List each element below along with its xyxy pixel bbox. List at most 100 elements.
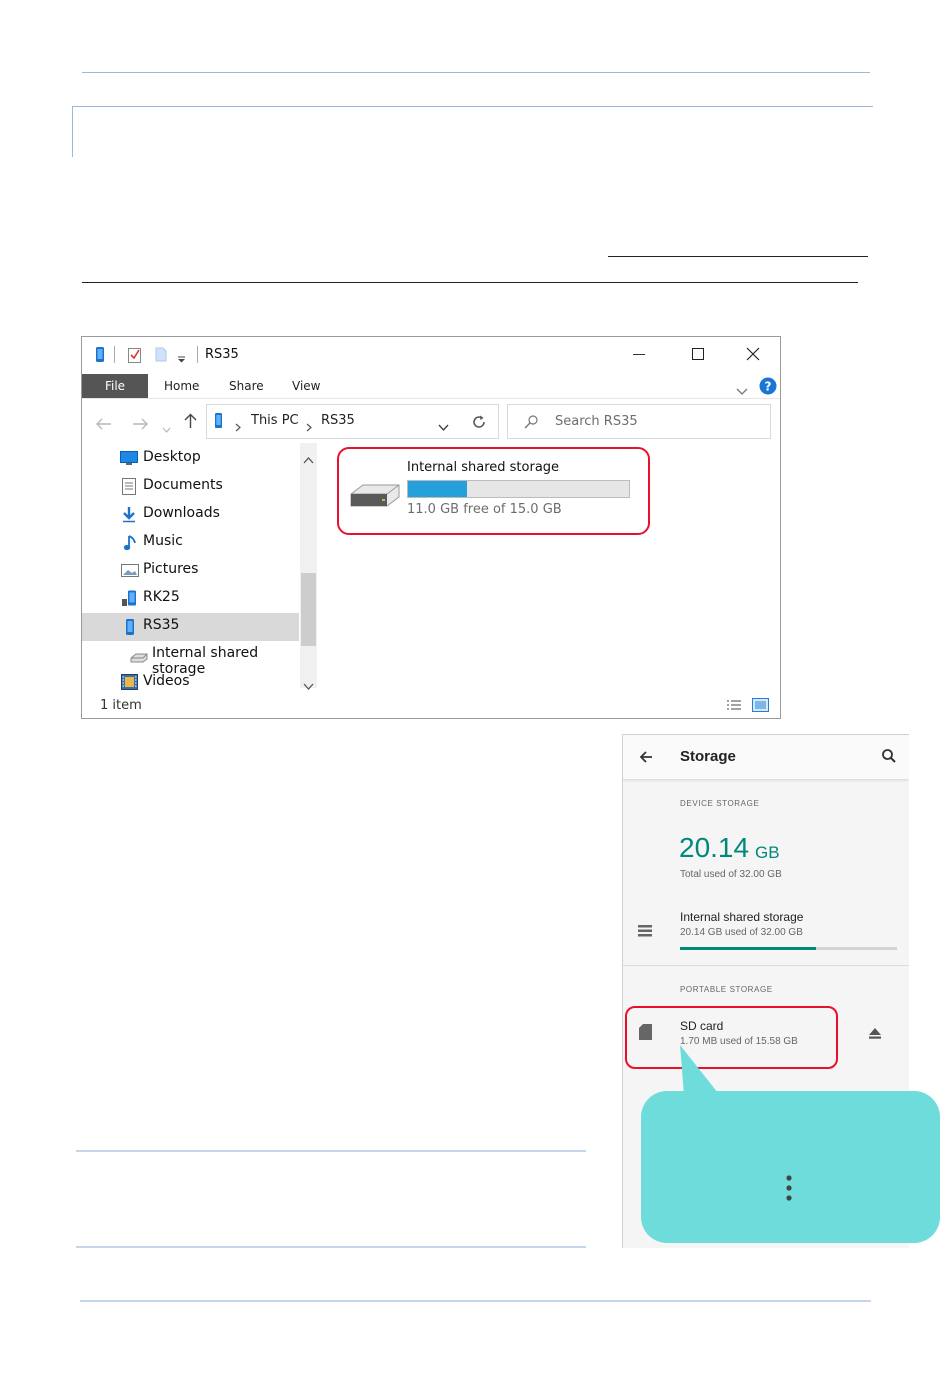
drive-name: Internal shared storage — [407, 460, 560, 475]
more-options-icon — [786, 1175, 792, 1205]
sidebar-item-pictures[interactable]: Pictures — [82, 557, 299, 585]
scroll-up-icon[interactable] — [303, 449, 314, 468]
forward-icon[interactable] — [132, 415, 148, 434]
text-underline — [82, 282, 858, 283]
phone-icon — [96, 347, 104, 366]
breadcrumb-this-pc[interactable]: This PC — [251, 413, 299, 428]
music-icon — [123, 534, 137, 555]
recent-locations-icon[interactable] — [162, 418, 171, 437]
search-placeholder: Search RS35 — [555, 414, 638, 429]
storage-used-unit: GB — [755, 843, 780, 862]
drive-icon — [130, 651, 148, 667]
section-header-portable-storage: PORTABLE STORAGE — [680, 985, 773, 994]
device-icon — [121, 590, 138, 611]
app-bar: Storage — [623, 735, 909, 779]
window-title: RS35 — [205, 347, 239, 362]
search-input[interactable]: Search RS35 — [507, 404, 771, 439]
sidebar-item-downloads[interactable]: Downloads — [82, 501, 299, 529]
section-divider — [623, 965, 909, 966]
navigation-scrollbar[interactable] — [300, 443, 317, 690]
callout-bubble — [641, 1091, 940, 1243]
refresh-icon — [472, 414, 486, 433]
drive-tile-internal-shared-storage[interactable]: Internal shared storage 11.0 GB free of … — [337, 447, 650, 535]
close-button[interactable] — [746, 346, 760, 365]
internal-storage-subtitle: 20.14 GB used of 32.00 GB — [680, 927, 803, 938]
search-icon — [524, 414, 538, 433]
tab-home[interactable]: Home — [164, 374, 199, 398]
sidebar-item-label: Desktop — [143, 449, 201, 465]
drive-free-text: 11.0 GB free of 15.0 GB — [407, 502, 562, 517]
note-bottom-rule — [76, 1246, 586, 1248]
scrollbar-thumb[interactable] — [301, 573, 316, 646]
downloads-icon — [122, 506, 136, 527]
minimize-button[interactable] — [633, 354, 645, 355]
page-title: Storage — [680, 748, 736, 765]
expand-ribbon-icon[interactable] — [736, 381, 748, 400]
drive-icon — [349, 481, 401, 513]
address-bar[interactable]: This PC RS35 — [206, 404, 461, 439]
internal-storage-title: Internal shared storage — [680, 910, 804, 924]
breadcrumb-rs35[interactable]: RS35 — [321, 413, 355, 428]
refresh-button[interactable] — [460, 404, 499, 439]
scroll-down-icon[interactable] — [303, 675, 314, 694]
sidebar-item-label: Downloads — [143, 505, 220, 521]
header-rule — [82, 72, 870, 73]
address-history-icon[interactable] — [438, 417, 449, 436]
content-pane: Internal shared storage 11.0 GB free of … — [318, 443, 780, 693]
status-bar: 1 item — [82, 695, 780, 717]
sidebar-item-label: RK25 — [143, 589, 180, 605]
title-bar: RS35 — [82, 337, 780, 373]
desktop-icon — [120, 451, 138, 470]
sidebar-item-label: Pictures — [143, 561, 199, 577]
sidebar-item-label: RS35 — [143, 617, 180, 633]
svg-text:?: ? — [765, 380, 772, 394]
properties-icon[interactable] — [128, 346, 142, 367]
sidebar-item-label: Documents — [143, 477, 223, 493]
internal-storage-progress-fill — [680, 947, 817, 950]
internal-storage-item[interactable]: Internal shared storage 20.14 GB used of… — [623, 901, 909, 955]
storage-total-text: Total used of 32.00 GB — [680, 869, 782, 880]
ribbon-tabs: File Home Share View ? — [82, 374, 780, 399]
text-underline — [608, 256, 868, 257]
footer-rule — [80, 1300, 871, 1302]
internal-storage-progress — [680, 947, 897, 950]
sidebar-item-rs35[interactable]: RS35 — [82, 613, 299, 641]
sidebar-item-music[interactable]: Music — [82, 529, 299, 557]
sidebar-item-desktop[interactable]: Desktop — [82, 445, 299, 473]
chevron-right-icon — [235, 417, 241, 436]
phone-icon — [215, 413, 222, 432]
tab-view[interactable]: View — [292, 374, 320, 398]
file-explorer-window: RS35 File Home Share View ? This PC RS35… — [81, 336, 781, 719]
navigation-bar: This PC RS35 Search RS35 — [82, 399, 780, 441]
tab-file[interactable]: File — [82, 374, 148, 398]
new-folder-icon[interactable] — [155, 347, 167, 366]
divider — [114, 346, 115, 363]
sidebar-item-internal-shared-storage[interactable]: Internal shared storage — [82, 641, 299, 677]
phone-icon — [126, 619, 134, 639]
large-icons-view-icon[interactable] — [752, 698, 769, 716]
up-icon[interactable] — [184, 413, 197, 433]
tab-share[interactable]: Share — [229, 374, 264, 398]
help-icon[interactable]: ? — [759, 377, 777, 399]
details-view-icon[interactable] — [726, 699, 742, 716]
drive-usage-bar — [407, 480, 630, 498]
pictures-icon — [121, 564, 139, 581]
status-item-count: 1 item — [100, 698, 142, 713]
note-top-rule — [76, 1150, 586, 1152]
storage-used-value: 20.14 — [679, 832, 750, 863]
maximize-button[interactable] — [692, 348, 704, 360]
drive-usage-fill — [408, 481, 467, 497]
eject-icon[interactable] — [869, 1026, 881, 1044]
sd-card-title: SD card — [680, 1019, 724, 1033]
heading-box — [72, 106, 873, 157]
customize-dropdown-icon[interactable] — [177, 349, 186, 368]
search-icon[interactable] — [882, 749, 896, 768]
sd-card-icon — [639, 1024, 652, 1045]
back-icon[interactable] — [96, 415, 112, 434]
videos-icon — [121, 674, 138, 694]
navigation-pane: Desktop Documents Downloads Music Pictur… — [82, 443, 318, 690]
sidebar-item-documents[interactable]: Documents — [82, 473, 299, 501]
sidebar-item-videos[interactable]: Videos — [82, 669, 299, 697]
back-arrow-icon[interactable] — [639, 750, 653, 769]
sidebar-item-rk25[interactable]: RK25 — [82, 585, 299, 613]
